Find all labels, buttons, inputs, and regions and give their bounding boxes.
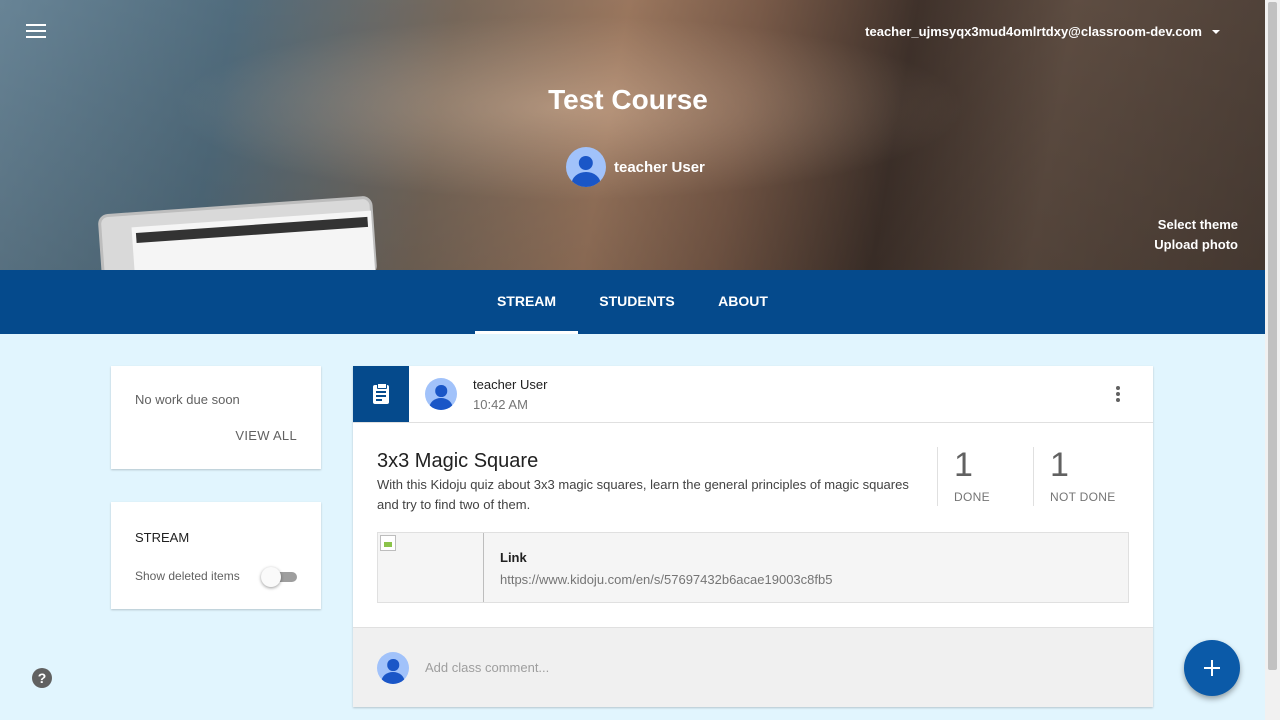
course-teacher: teacher User: [566, 147, 705, 187]
not-done-label: NOT DONE: [1050, 490, 1116, 504]
stat-divider: [937, 447, 938, 506]
attachment-url: https://www.kidoju.com/en/s/57697432b6ac…: [500, 572, 833, 587]
stream-settings-card: STREAM Show deleted items: [111, 502, 321, 609]
done-count[interactable]: 1: [954, 446, 973, 485]
upload-photo-link[interactable]: Upload photo: [1154, 235, 1238, 255]
show-deleted-label: Show deleted items: [135, 569, 240, 583]
stream-settings-title: STREAM: [135, 530, 190, 545]
assignment-title[interactable]: 3x3 Magic Square: [377, 450, 538, 473]
link-attachment[interactable]: Link https://www.kidoju.com/en/s/5769743…: [377, 532, 1129, 603]
tab-about[interactable]: ABOUT: [708, 270, 778, 334]
post-header: teacher User 10:42 AM: [353, 366, 1153, 423]
tab-stream[interactable]: STREAM: [475, 270, 578, 334]
menu-icon[interactable]: [26, 24, 46, 40]
view-all-button[interactable]: VIEW ALL: [235, 428, 297, 443]
assignment-description: With this Kidoju quiz about 3x3 magic sq…: [377, 477, 909, 512]
scrollbar-thumb[interactable]: [1268, 2, 1277, 670]
account-menu[interactable]: teacher_ujmsyqx3mud4omlrtdxy@classroom-d…: [865, 24, 1220, 39]
account-email: teacher_ujmsyqx3mud4omlrtdxy@classroom-d…: [865, 24, 1202, 39]
course-title: Test Course: [548, 84, 708, 115]
not-done-count[interactable]: 1: [1050, 446, 1069, 485]
caret-down-icon: [1212, 29, 1220, 34]
post-author: teacher User: [473, 377, 548, 392]
no-work-message: No work due soon: [135, 392, 240, 407]
upcoming-work-card: No work due soon VIEW ALL: [111, 366, 321, 469]
course-banner: teacher_ujmsyqx3mud4omlrtdxy@classroom-d…: [0, 0, 1265, 270]
broken-image-icon: [380, 535, 396, 551]
help-icon[interactable]: ?: [32, 668, 52, 688]
class-comment-input[interactable]: Add class comment...: [425, 660, 549, 675]
select-theme-link[interactable]: Select theme: [1154, 215, 1238, 235]
tab-students[interactable]: STUDENTS: [590, 270, 684, 334]
attachment-thumbnail: [378, 533, 484, 602]
add-icon[interactable]: [1184, 640, 1240, 696]
stat-divider: [1033, 447, 1034, 506]
attachment-title: Link: [500, 550, 527, 565]
assignment-icon: [353, 366, 409, 422]
done-label: DONE: [954, 490, 990, 504]
post-time: 10:42 AM: [473, 397, 528, 412]
avatar-icon: [377, 652, 409, 684]
show-deleted-toggle[interactable]: [261, 566, 297, 587]
teacher-name: teacher User: [614, 158, 705, 176]
avatar-icon: [566, 147, 606, 187]
more-vert-icon[interactable]: [1115, 386, 1121, 404]
banner-actions: Select theme Upload photo: [1154, 215, 1238, 255]
assignment-post: teacher User 10:42 AM 3x3 Magic Square W…: [353, 366, 1153, 707]
scrollbar[interactable]: [1265, 0, 1280, 720]
avatar-icon: [425, 378, 457, 410]
comment-bar: Add class comment...: [353, 627, 1153, 707]
tab-bar: STREAM STUDENTS ABOUT: [0, 270, 1265, 334]
